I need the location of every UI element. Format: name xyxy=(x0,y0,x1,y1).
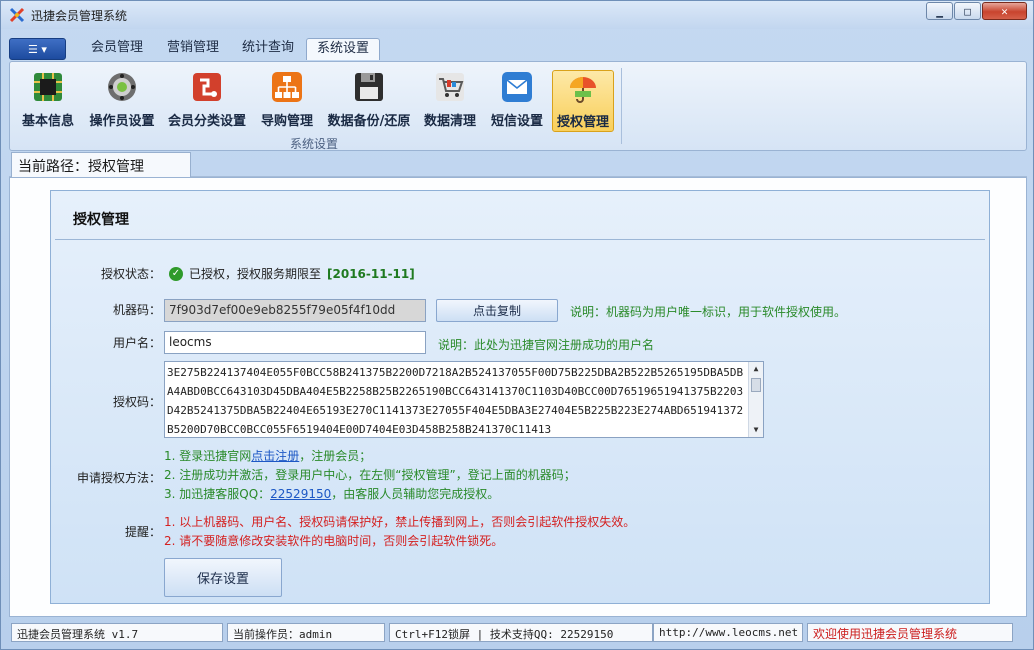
floppy-disk-icon xyxy=(352,70,386,104)
status-operator: 当前操作员：admin xyxy=(227,623,385,642)
title-bar: 迅捷会员管理系统 ▁ □ ✕ xyxy=(1,1,1033,29)
minimize-button[interactable]: ▁ xyxy=(926,2,953,20)
status-app-version: 迅捷会员管理系统 v1.7 xyxy=(11,623,223,642)
remind-label: 提醒： xyxy=(124,525,161,539)
org-chart-icon xyxy=(270,70,304,104)
ribbon-member-category[interactable]: 会员分类设置 xyxy=(164,70,250,132)
status-welcome: 欢迎使用迅捷会员管理系统 xyxy=(807,623,1013,642)
machine-code-label: 机器码： xyxy=(112,303,161,317)
scroll-up-icon[interactable]: ▲ xyxy=(749,362,763,376)
ribbon-group-separator xyxy=(621,68,622,144)
ribbon-label: 数据备份/还原 xyxy=(327,114,411,129)
ribbon-label: 操作员设置 xyxy=(89,114,155,129)
gear-wheel-icon xyxy=(105,70,139,104)
status-label: 授权状态： xyxy=(100,267,161,281)
ribbon-data-backup[interactable]: 数据备份/还原 xyxy=(324,70,414,132)
app-window: 迅捷会员管理系统 ▁ □ ✕ ☰ ▾ 会员管理 营销管理 统计查询 系统设置 基… xyxy=(0,0,1034,650)
step-3: 3. 加迅捷客服QQ：22529150，由客服人员辅助您完成授权。 xyxy=(164,487,500,501)
qq-link[interactable]: 22529150 xyxy=(270,487,331,501)
ribbon-authorization[interactable]: 授权管理 xyxy=(552,70,614,132)
warning-1: 1. 以上机器码、用户名、授权码请保护好，禁止传播到网上，否则会引起软件授权失效… xyxy=(164,515,636,529)
app-menu-button[interactable]: ☰ ▾ xyxy=(9,38,66,60)
breadcrumb: 当前路径：授权管理 xyxy=(9,152,1027,177)
status-bar: 迅捷会员管理系统 v1.7 当前操作员：admin Ctrl+F12锁屏 | 技… xyxy=(9,621,1027,643)
username-field[interactable]: leocms xyxy=(164,331,426,354)
apply-steps: 1. 登录迅捷官网点击注册，注册会员； 2. 注册成功并激活，登录用户中心，在左… xyxy=(164,447,576,504)
warnings: 1. 以上机器码、用户名、授权码请保护好，禁止传播到网上，否则会引起软件授权失效… xyxy=(164,513,635,551)
envelope-icon xyxy=(500,70,534,104)
window-title: 迅捷会员管理系统 xyxy=(31,9,128,23)
menu-icon: ☰ ▾ xyxy=(28,42,47,56)
circuit-board-icon xyxy=(31,70,65,104)
machine-code-field[interactable]: 7f903d7ef00e9eb8255f79e05f4f10dd xyxy=(164,299,426,322)
close-button[interactable]: ✕ xyxy=(982,2,1027,20)
tab-member-management[interactable]: 会员管理 xyxy=(81,38,153,60)
warning-2: 2. 请不要随意修改安装软件的电脑时间，否则会引起软件锁死。 xyxy=(164,534,504,548)
expiry-date: [2016-11-11] xyxy=(327,266,415,281)
ribbon-label: 会员分类设置 xyxy=(167,114,246,129)
ribbon-label: 授权管理 xyxy=(556,115,609,130)
register-link[interactable]: 点击注册 xyxy=(251,449,299,463)
ribbon-label: 数据清理 xyxy=(423,114,476,129)
status-url[interactable]: http://www.leocms.net xyxy=(653,623,803,642)
sitemap-icon xyxy=(190,70,224,104)
authorization-status: ✓ 已授权，授权服务期限至 [2016-11-11] xyxy=(169,265,415,282)
ribbon-group-label: 系统设置 xyxy=(290,137,339,151)
tab-system-settings[interactable]: 系统设置 xyxy=(306,38,381,60)
tab-marketing-management[interactable]: 营销管理 xyxy=(157,38,229,60)
username-note: 说明：此处为迅捷官网注册成功的用户名 xyxy=(438,338,655,352)
step-2: 2. 注册成功并激活，登录用户中心，在左侧“授权管理”，登记上面的机器码； xyxy=(164,468,576,482)
ribbon-label: 基本信息 xyxy=(21,114,74,129)
apply-method-label: 申请授权方法： xyxy=(76,471,161,485)
window-controls: ▁ □ ✕ xyxy=(925,2,1027,20)
check-circle-icon: ✓ xyxy=(169,266,183,281)
authorization-panel: 授权管理 授权状态： ✓ 已授权，授权服务期限至 [2016-11-11] 机器… xyxy=(50,190,990,604)
ribbon-label: 导购管理 xyxy=(260,114,313,129)
step-1: 1. 登录迅捷官网点击注册，注册会员； xyxy=(164,449,372,463)
tab-statistics-query[interactable]: 统计查询 xyxy=(232,38,304,60)
scroll-thumb[interactable] xyxy=(751,378,761,392)
auth-code-label: 授权码： xyxy=(112,395,161,409)
scroll-down-icon[interactable]: ▼ xyxy=(749,423,763,437)
machine-code-note: 说明：机器码为用户唯一标识，用于软件授权使用。 xyxy=(570,305,847,319)
main-content: 授权管理 授权状态： ✓ 已授权，授权服务期限至 [2016-11-11] 机器… xyxy=(9,177,1027,617)
ribbon-basic-info[interactable]: 基本信息 xyxy=(16,70,80,132)
textarea-scrollbar[interactable]: ▲ ▼ xyxy=(748,362,763,437)
breadcrumb-tab[interactable]: 当前路径：授权管理 xyxy=(11,152,191,177)
panel-title: 授权管理 xyxy=(73,212,129,228)
divider xyxy=(55,239,985,240)
status-hotkey: Ctrl+F12锁屏 | 技术支持QQ: 22529150 xyxy=(389,623,653,642)
status-text: 已授权，授权服务期限至 xyxy=(189,267,322,281)
shopping-cart-icon xyxy=(433,70,467,104)
save-settings-button[interactable]: 保存设置 xyxy=(164,558,282,597)
ribbon-sms-settings[interactable]: 短信设置 xyxy=(486,70,548,132)
ribbon-data-cleanup[interactable]: 数据清理 xyxy=(420,70,480,132)
ribbon-guide-management[interactable]: 导购管理 xyxy=(256,70,318,132)
auth-code-text: 3E275B224137404E055F0BCC58B241375B2200D7… xyxy=(167,366,744,436)
ribbon-body: 基本信息 操作员设置 会员分类设置 导购管理 数据备份/还原 数据清理 短信设置… xyxy=(9,61,1027,151)
app-logo-icon xyxy=(9,7,25,23)
ribbon-label: 短信设置 xyxy=(490,114,543,129)
umbrella-icon xyxy=(566,71,600,105)
copy-button[interactable]: 点击复制 xyxy=(436,299,558,322)
ribbon-operator-settings[interactable]: 操作员设置 xyxy=(86,70,158,132)
auth-code-textarea[interactable]: 3E275B224137404E055F0BCC58B241375B2200D7… xyxy=(164,361,764,438)
maximize-button[interactable]: □ xyxy=(954,2,981,20)
ribbon-tabs: ☰ ▾ 会员管理 营销管理 统计查询 系统设置 xyxy=(9,35,1027,60)
username-label: 用户名： xyxy=(112,336,161,350)
